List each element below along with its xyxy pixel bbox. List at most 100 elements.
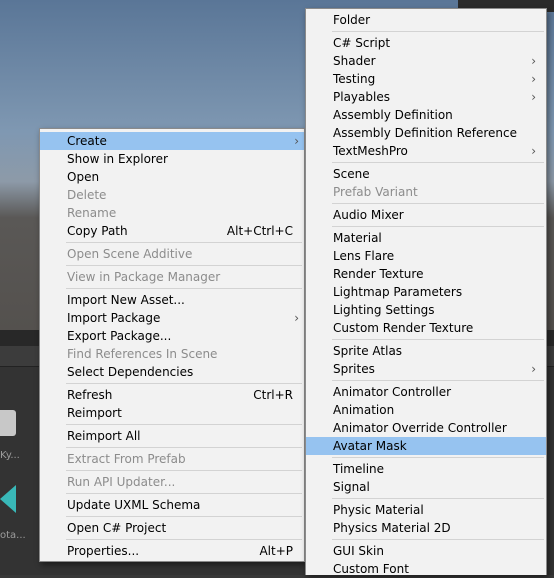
menu-separator: [332, 203, 544, 204]
menu-item-label: Copy Path: [67, 224, 128, 238]
menu-separator: [66, 242, 302, 243]
menu-separator: [332, 498, 544, 499]
menu-item-show-in-explorer[interactable]: Show in Explorer: [40, 150, 304, 168]
menu-item-label: Assembly Definition: [333, 108, 453, 122]
menu-item-label: Physic Material: [333, 503, 424, 517]
menu-item-select-dependencies[interactable]: Select Dependencies: [40, 363, 304, 381]
menu-separator: [66, 383, 302, 384]
menu-item-label: Rename: [67, 206, 117, 220]
menu-item-signal[interactable]: Signal: [306, 478, 546, 496]
menu-item-label: Testing: [333, 72, 376, 86]
menu-item-shader[interactable]: Shader ›: [306, 52, 546, 70]
menu-item-refresh[interactable]: Refresh Ctrl+R: [40, 386, 304, 404]
menu-item-prefab-variant[interactable]: Prefab Variant: [306, 183, 546, 201]
menu-item-lens-flare[interactable]: Lens Flare: [306, 247, 546, 265]
menu-separator: [332, 31, 544, 32]
menu-item-view-in-package-manager[interactable]: View in Package Manager: [40, 268, 304, 286]
menu-separator: [332, 339, 544, 340]
menu-item-label: Import New Asset...: [67, 293, 185, 307]
menu-separator: [66, 265, 302, 266]
menu-item-label: GUI Skin: [333, 544, 384, 558]
chevron-right-icon: ›: [294, 134, 299, 148]
menu-item-label: Open Scene Additive: [67, 247, 193, 261]
asset-thumbnail-icon[interactable]: [0, 485, 16, 513]
menu-item-custom-render-texture[interactable]: Custom Render Texture: [306, 319, 546, 337]
menu-item-textmeshpro[interactable]: TextMeshPro ›: [306, 142, 546, 160]
project-context-menu: Create › Show in Explorer Open Delete Re…: [39, 128, 305, 562]
menu-item-label: Assembly Definition Reference: [333, 126, 518, 140]
menu-item-csharp-script[interactable]: C# Script: [306, 34, 546, 52]
menu-item-import-new-asset[interactable]: Import New Asset...: [40, 291, 304, 309]
menu-item-animator-override-controller[interactable]: Animator Override Controller: [306, 419, 546, 437]
asset-label[interactable]: Ky...: [0, 450, 36, 461]
menu-item-label: Select Dependencies: [67, 365, 194, 379]
menu-item-label: Animator Override Controller: [333, 421, 507, 435]
chevron-right-icon: ›: [531, 144, 536, 158]
menu-item-gui-skin[interactable]: GUI Skin: [306, 542, 546, 560]
menu-item-sprites[interactable]: Sprites ›: [306, 360, 546, 378]
chevron-right-icon: ›: [531, 72, 536, 86]
menu-item-audio-mixer[interactable]: Audio Mixer: [306, 206, 546, 224]
menu-item-open-scene-additive[interactable]: Open Scene Additive: [40, 245, 304, 263]
menu-item-sprite-atlas[interactable]: Sprite Atlas: [306, 342, 546, 360]
menu-separator: [332, 226, 544, 227]
menu-item-label: Audio Mixer: [333, 208, 404, 222]
menu-item-assembly-definition[interactable]: Assembly Definition: [306, 106, 546, 124]
asset-label[interactable]: ota...: [0, 530, 36, 541]
menu-item-rename[interactable]: Rename: [40, 204, 304, 222]
chevron-right-icon: ›: [294, 311, 299, 325]
menu-separator: [66, 539, 302, 540]
menu-separator: [332, 457, 544, 458]
menu-item-copy-path[interactable]: Copy Path Alt+Ctrl+C: [40, 222, 304, 240]
menu-item-label: Animation: [333, 403, 395, 417]
menu-item-scene[interactable]: Scene: [306, 165, 546, 183]
menu-item-open[interactable]: Open: [40, 168, 304, 186]
menu-item-run-api-updater[interactable]: Run API Updater...: [40, 473, 304, 491]
menu-item-folder[interactable]: Folder: [306, 11, 546, 29]
menu-item-animation[interactable]: Animation: [306, 401, 546, 419]
menu-item-label: Custom Font: [333, 562, 409, 576]
menu-item-physic-material[interactable]: Physic Material: [306, 501, 546, 519]
menu-item-assembly-definition-reference[interactable]: Assembly Definition Reference: [306, 124, 546, 142]
menu-item-label: Find References In Scene: [67, 347, 218, 361]
menu-item-physics-material-2d[interactable]: Physics Material 2D: [306, 519, 546, 537]
menu-item-testing[interactable]: Testing ›: [306, 70, 546, 88]
menu-item-export-package[interactable]: Export Package...: [40, 327, 304, 345]
create-submenu: Folder C# Script Shader › Testing › Play…: [305, 8, 547, 578]
menu-item-label: Material: [333, 231, 382, 245]
menu-item-playables[interactable]: Playables ›: [306, 88, 546, 106]
menu-separator: [66, 493, 302, 494]
menu-item-reimport[interactable]: Reimport: [40, 404, 304, 422]
menu-item-label: Reimport: [67, 406, 122, 420]
menu-item-delete[interactable]: Delete: [40, 186, 304, 204]
menu-item-label: Delete: [67, 188, 107, 202]
menu-separator: [332, 162, 544, 163]
menu-item-lighting-settings[interactable]: Lighting Settings: [306, 301, 546, 319]
menu-item-import-package[interactable]: Import Package ›: [40, 309, 304, 327]
menu-separator: [66, 470, 302, 471]
menu-item-properties[interactable]: Properties... Alt+P: [40, 542, 304, 560]
menu-item-open-csharp-project[interactable]: Open C# Project: [40, 519, 304, 537]
menu-item-lightmap-parameters[interactable]: Lightmap Parameters: [306, 283, 546, 301]
menu-item-label: Refresh: [67, 388, 113, 402]
asset-thumbnail[interactable]: [0, 410, 16, 436]
menu-item-material[interactable]: Material: [306, 229, 546, 247]
menu-item-animator-controller[interactable]: Animator Controller: [306, 383, 546, 401]
menu-item-avatar-mask[interactable]: Avatar Mask: [306, 437, 546, 455]
menu-item-create[interactable]: Create ›: [40, 132, 304, 150]
menu-separator: [66, 424, 302, 425]
menu-item-reimport-all[interactable]: Reimport All: [40, 427, 304, 445]
menu-item-timeline[interactable]: Timeline: [306, 460, 546, 478]
menu-item-shortcut: Ctrl+R: [253, 388, 293, 402]
menu-item-label: View in Package Manager: [67, 270, 221, 284]
menu-item-shortcut: Alt+Ctrl+C: [226, 224, 293, 238]
menu-item-render-texture[interactable]: Render Texture: [306, 265, 546, 283]
menu-item-label: Properties...: [67, 544, 140, 558]
menu-item-custom-font[interactable]: Custom Font: [306, 560, 546, 578]
chevron-right-icon: ›: [531, 54, 536, 68]
menu-item-update-uxml-schema[interactable]: Update UXML Schema: [40, 496, 304, 514]
menu-item-extract-from-prefab[interactable]: Extract From Prefab: [40, 450, 304, 468]
menu-item-find-references-in-scene[interactable]: Find References In Scene: [40, 345, 304, 363]
menu-item-label: Prefab Variant: [333, 185, 418, 199]
menu-item-label: Import Package: [67, 311, 161, 325]
